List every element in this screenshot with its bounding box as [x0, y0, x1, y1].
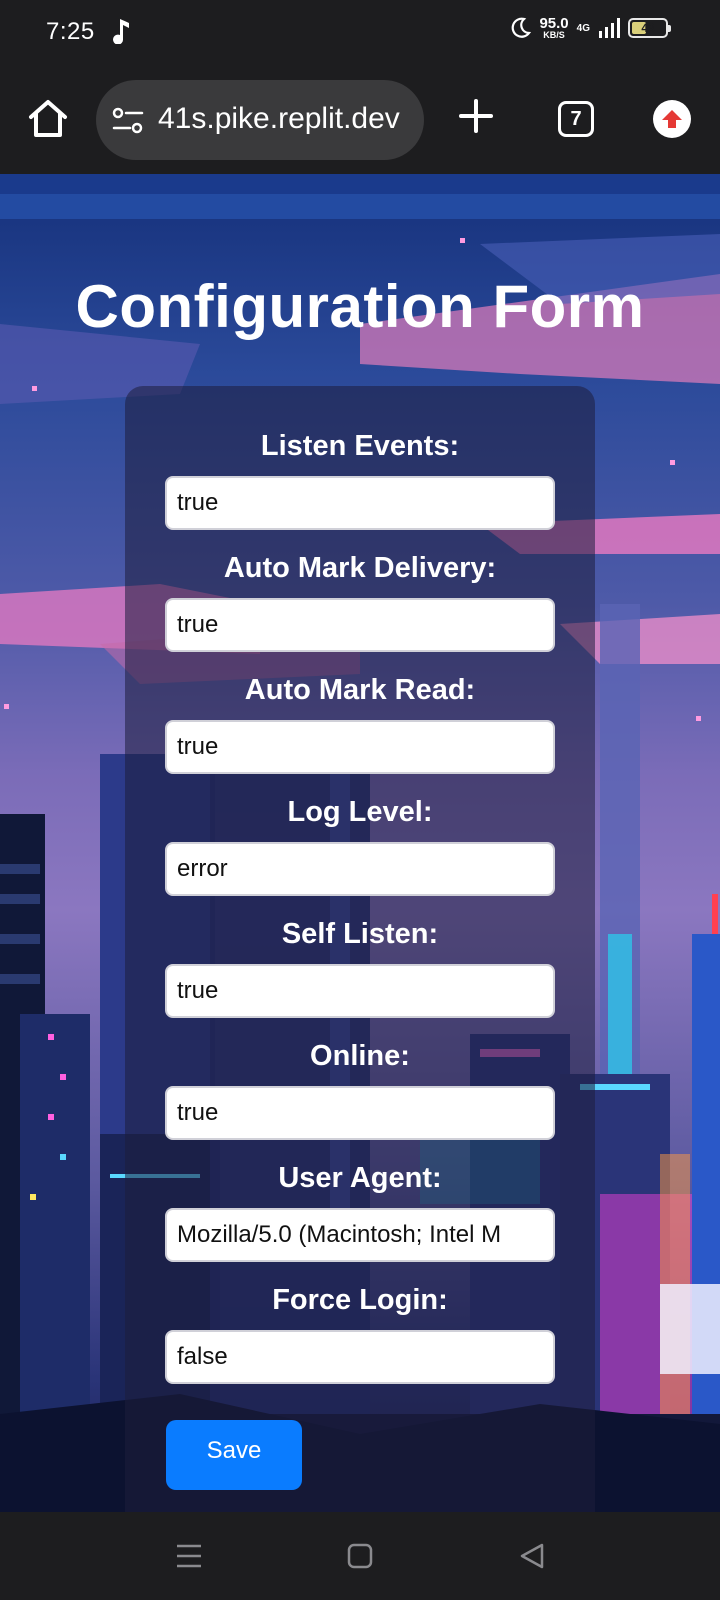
home-icon[interactable]: [26, 96, 70, 140]
moon-icon: [512, 17, 532, 38]
online-label: Online:: [310, 1040, 410, 1072]
auto-mark-delivery-label: Auto Mark Delivery:: [223, 552, 497, 584]
page-title: Configuration Form: [75, 273, 645, 340]
music-note-icon: [112, 16, 130, 49]
force-login-label: Force Login:: [272, 1284, 448, 1316]
battery-icon: 43: [628, 18, 671, 38]
back-icon[interactable]: [518, 1542, 546, 1570]
log-level-label: Log Level:: [287, 796, 433, 828]
update-icon[interactable]: [653, 100, 691, 138]
battery-level: 43: [641, 21, 655, 35]
site-settings-icon[interactable]: [112, 106, 144, 136]
new-tab-icon[interactable]: [456, 96, 496, 136]
log-level-input[interactable]: error: [165, 842, 555, 896]
net-speed-value: 95.0: [539, 15, 569, 32]
status-time: 7:25: [46, 18, 95, 45]
status-indicators: 95.0 KB/S 4G 43: [511, 16, 671, 40]
network-type: 4G: [576, 22, 590, 34]
force-login-input[interactable]: false: [165, 1330, 555, 1384]
user-agent-input[interactable]: Mozilla/5.0 (Macintosh; Intel M: [165, 1208, 555, 1262]
listen-events-label: Listen Events:: [260, 430, 460, 462]
signal-icon: [599, 18, 620, 38]
online-input[interactable]: true: [165, 1086, 555, 1140]
auto-mark-read-label: Auto Mark Read:: [244, 674, 476, 706]
browser-toolbar: 41s.pike.replit.dev 7: [0, 66, 720, 174]
net-speed: 95.0 KB/S: [539, 16, 568, 40]
menu-icon[interactable]: [174, 1542, 204, 1570]
home-square-icon[interactable]: [346, 1542, 374, 1570]
url-text[interactable]: 41s.pike.replit.dev: [158, 102, 408, 136]
page-viewport: Configuration Form Listen Events: true A…: [0, 174, 720, 1512]
auto-mark-read-input[interactable]: true: [165, 720, 555, 774]
address-bar[interactable]: 41s.pike.replit.dev: [96, 80, 424, 160]
tabs-icon[interactable]: 7: [558, 101, 594, 137]
save-button[interactable]: Save: [166, 1420, 302, 1490]
config-form: Listen Events: true Auto Mark Delivery: …: [125, 386, 595, 1512]
self-listen-input[interactable]: true: [165, 964, 555, 1018]
self-listen-label: Self Listen:: [281, 918, 439, 950]
auto-mark-delivery-input[interactable]: true: [165, 598, 555, 652]
listen-events-input[interactable]: true: [165, 476, 555, 530]
system-nav-bar: [0, 1512, 720, 1600]
net-speed-unit: KB/S: [543, 30, 565, 40]
tab-count: 7: [570, 107, 582, 130]
status-bar: 7:25 95.0 KB/S 4G 43: [0, 0, 720, 66]
user-agent-label: User Agent:: [278, 1162, 442, 1194]
